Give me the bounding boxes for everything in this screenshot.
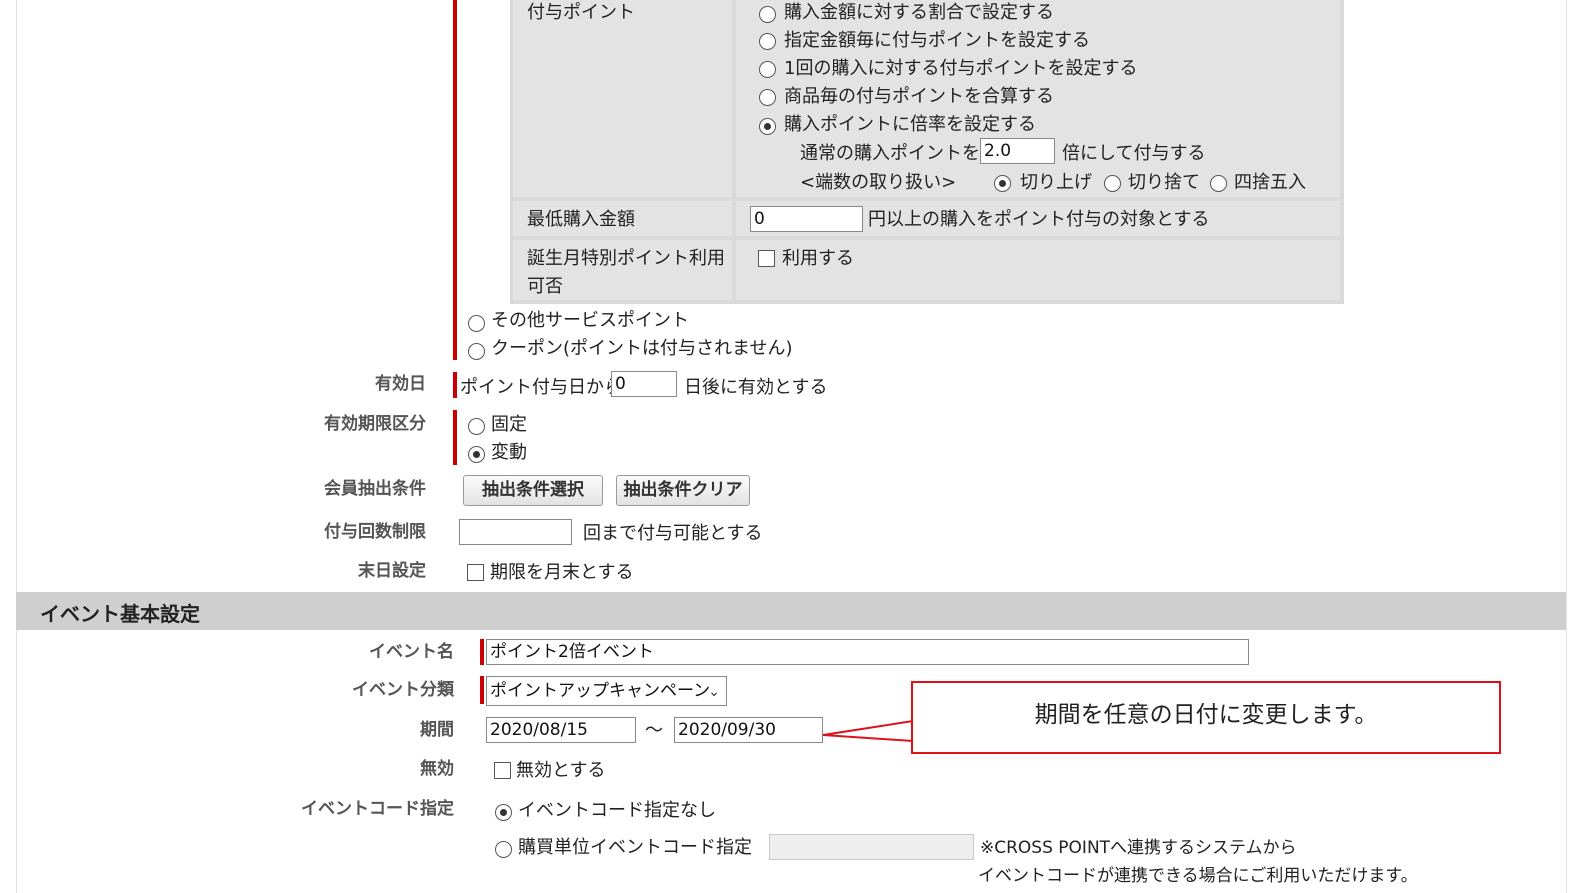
award-option-radio-3[interactable] xyxy=(759,61,776,78)
required-bar-event-name xyxy=(480,639,484,665)
valid-day-input[interactable]: 0 xyxy=(611,371,677,397)
multiplier-prefix: 通常の購入ポイントを xyxy=(800,143,980,164)
award-option-label-4: 商品毎の付与ポイントを合算する xyxy=(784,86,1054,107)
event-code-purchase-unit-label: 購買単位イベントコード指定 xyxy=(518,837,752,858)
rounding-down-radio[interactable] xyxy=(1104,175,1121,192)
award-points-header-cell xyxy=(513,0,732,197)
expiry-variable-radio[interactable] xyxy=(468,446,485,463)
expiry-fixed-radio[interactable] xyxy=(468,418,485,435)
chevron-down-icon: ⌄ xyxy=(708,684,720,700)
disabled-checkbox[interactable] xyxy=(494,762,511,779)
rounding-half-radio[interactable] xyxy=(1210,175,1227,192)
award-option-label-3: 1回の購入に対する付与ポイントを設定する xyxy=(784,58,1138,79)
rounding-up-label: 切り上げ xyxy=(1020,172,1092,193)
other-service-point-radio[interactable] xyxy=(468,315,485,332)
birthday-label-line2: 可否 xyxy=(527,276,563,297)
rounding-label: <端数の取り扱い> xyxy=(800,172,957,193)
callout-box: 期間を任意の日付に変更します。 xyxy=(911,681,1501,754)
event-name-input[interactable]: ポイント2倍イベント xyxy=(486,639,1249,665)
multiplier-input[interactable]: 2.0 xyxy=(980,138,1055,164)
member-filter-label: 会員抽出条件 xyxy=(324,479,426,499)
expiry-type-label: 有効期限区分 xyxy=(324,414,426,434)
award-limit-input[interactable] xyxy=(459,519,572,545)
event-code-label: イベントコード指定 xyxy=(301,799,454,819)
min-purchase-input[interactable]: 0 xyxy=(750,206,863,232)
event-category-label: イベント分類 xyxy=(352,680,454,700)
award-option-label-1: 購入金額に対する割合で設定する xyxy=(784,2,1054,23)
expiry-variable-label: 変動 xyxy=(491,442,527,463)
award-option-radio-2[interactable] xyxy=(759,33,776,50)
award-option-radio-4[interactable] xyxy=(759,89,776,106)
period-label: 期間 xyxy=(420,720,454,740)
award-option-label-5: 購入ポイントに倍率を設定する xyxy=(784,114,1036,135)
event-code-purchase-unit-radio[interactable] xyxy=(495,841,512,858)
event-code-note-line2: イベントコードが連携できる場合にご利用いただけます。 xyxy=(978,866,1418,886)
valid-day-suffix: 日後に有効とする xyxy=(684,377,828,398)
required-bar-event-category xyxy=(480,676,484,704)
award-limit-label: 付与回数制限 xyxy=(324,522,426,542)
event-code-input[interactable] xyxy=(769,834,974,860)
section-header xyxy=(16,592,1566,630)
valid-day-prefix: ポイント付与日から xyxy=(460,377,622,398)
valid-day-label: 有効日 xyxy=(375,374,426,394)
min-purchase-suffix: 円以上の購入をポイント付与の対象とする xyxy=(868,209,1210,230)
required-bar-expiry-type xyxy=(453,410,457,465)
event-category-value: ポイントアップキャンペーン xyxy=(490,681,711,701)
award-option-label-2: 指定金額毎に付与ポイントを設定する xyxy=(784,30,1090,51)
other-service-point-label: その他サービスポイント xyxy=(491,310,689,331)
coupon-radio[interactable] xyxy=(468,343,485,360)
event-code-none-label: イベントコード指定なし xyxy=(518,800,716,821)
rounding-up-radio[interactable] xyxy=(994,175,1011,192)
section-title: イベント基本設定 xyxy=(40,602,200,626)
coupon-label: クーポン(ポイントは付与されません) xyxy=(491,338,793,359)
end-day-checkbox-label: 期限を月末とする xyxy=(490,562,634,583)
event-name-label: イベント名 xyxy=(369,642,454,662)
page-left-border xyxy=(0,0,17,893)
event-code-note-line1: ※CROSS POINTへ連携するシステムから xyxy=(980,838,1297,858)
end-day-checkbox[interactable] xyxy=(467,564,484,581)
birthday-label-line1: 誕生月特別ポイント利用 xyxy=(527,248,725,269)
award-option-radio-5[interactable] xyxy=(759,118,776,135)
required-bar-point-type xyxy=(453,0,457,360)
rounding-half-label: 四捨五入 xyxy=(1234,172,1306,193)
multiplier-suffix: 倍にして付与する xyxy=(1062,143,1206,164)
callout-pointer xyxy=(822,720,914,742)
page-right-border xyxy=(1566,0,1584,893)
clear-filter-button[interactable]: 抽出条件クリア xyxy=(616,475,750,506)
disabled-label: 無効 xyxy=(420,759,454,779)
award-option-radio-1[interactable] xyxy=(759,6,776,23)
select-filter-button[interactable]: 抽出条件選択 xyxy=(463,475,603,506)
expiry-fixed-label: 固定 xyxy=(491,414,527,435)
period-from-input[interactable]: 2020/08/15 xyxy=(486,717,636,743)
disabled-checkbox-label: 無効とする xyxy=(516,760,606,781)
required-bar-valid-day xyxy=(453,372,457,398)
event-category-select[interactable]: ポイントアップキャンペーン ⌄ xyxy=(486,676,727,706)
rounding-down-label: 切り捨て xyxy=(1128,172,1200,193)
callout-text: 期間を任意の日付に変更します。 xyxy=(1034,702,1378,728)
award-points-label: 付与ポイント xyxy=(527,2,635,23)
event-code-none-radio[interactable] xyxy=(495,804,512,821)
birthday-checkbox-label: 利用する xyxy=(782,248,854,269)
period-separator: 〜 xyxy=(645,720,663,741)
end-day-label: 末日設定 xyxy=(358,561,426,581)
award-limit-suffix: 回まで付与可能とする xyxy=(583,523,763,544)
period-to-input[interactable]: 2020/09/30 xyxy=(674,717,823,743)
min-purchase-label: 最低購入金額 xyxy=(527,209,635,230)
birthday-checkbox[interactable] xyxy=(758,250,775,267)
